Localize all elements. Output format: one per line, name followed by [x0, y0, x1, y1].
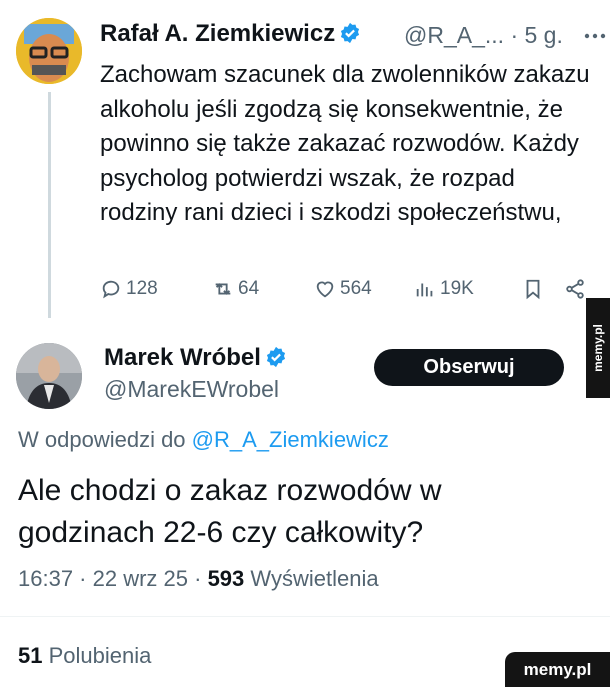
- reply-timestamp[interactable]: 16:37 · 22 wrz 25 ·: [18, 566, 201, 591]
- divider: [0, 616, 610, 617]
- share-icon: [566, 279, 584, 299]
- reply-likes[interactable]: 51 Polubienia: [18, 643, 151, 669]
- verified-badge-icon: [341, 22, 360, 44]
- follow-button[interactable]: Obserwuj: [374, 349, 564, 386]
- reply-author-name[interactable]: Marek Wróbel: [104, 344, 287, 372]
- views-chart-icon: [416, 283, 433, 297]
- reply-count: 128: [126, 278, 158, 299]
- reply-action[interactable]: 128: [100, 278, 158, 300]
- author-handle-and-time: @R_A_... · 5 g.: [404, 22, 563, 49]
- more-options-icon[interactable]: [583, 26, 607, 46]
- share-action[interactable]: [564, 278, 586, 300]
- reply-author-name-text: Marek Wróbel: [104, 344, 261, 371]
- tweet-time[interactable]: · 5 g.: [510, 22, 562, 48]
- like-action[interactable]: 564: [314, 278, 372, 300]
- views-count: 19K: [440, 278, 474, 299]
- reply-meta: 16:37 · 22 wrz 25 · 593 Wyświetlenia: [18, 566, 379, 592]
- heart-icon: [316, 281, 334, 298]
- watermark-side: memy.pl: [586, 298, 610, 398]
- retweet-count: 64: [238, 278, 260, 299]
- retweet-icon: [215, 283, 231, 295]
- reply-prefix: W odpowiedzi do: [18, 427, 186, 452]
- avatar-wrobel[interactable]: [16, 343, 82, 409]
- watermark-side-text: memy.pl: [591, 324, 606, 372]
- author-name[interactable]: Rafał A. Ziemkiewicz: [100, 20, 361, 48]
- watermark-corner: memy.pl: [505, 652, 610, 687]
- tweet-actions: 128 64 564 19K: [100, 278, 600, 308]
- retweet-action[interactable]: 64: [212, 278, 259, 300]
- reply-author-handle[interactable]: @MarekEWrobel: [104, 376, 279, 403]
- verified-badge-icon: [266, 346, 286, 368]
- reply-views-label: Wyświetlenia: [250, 566, 379, 591]
- reply-icon: [102, 280, 120, 299]
- reply-views-count: 593: [207, 566, 245, 591]
- reply-context: W odpowiedzi do @R_A_Ziemkiewicz: [18, 427, 389, 453]
- reply-mention-link[interactable]: @R_A_Ziemkiewicz: [192, 427, 389, 452]
- views-action[interactable]: 19K: [414, 278, 474, 300]
- like-count: 564: [340, 278, 372, 299]
- tweet-text: Zachowam szacunek dla zwolenników zakazu…: [100, 61, 590, 226]
- reply-likes-label: Polubienia: [48, 643, 152, 668]
- reply-likes-count: 51: [18, 643, 43, 668]
- author-name-text: Rafał A. Ziemkiewicz: [100, 20, 336, 47]
- avatar-ziemkiewicz[interactable]: [16, 18, 82, 84]
- bookmark-action[interactable]: [522, 278, 544, 300]
- reply-text: Ale chodzi o zakaz rozwodów w godzinach …: [18, 474, 442, 549]
- bookmark-icon: [526, 279, 540, 300]
- author-handle[interactable]: @R_A_...: [404, 22, 504, 48]
- thread-line: [48, 92, 51, 318]
